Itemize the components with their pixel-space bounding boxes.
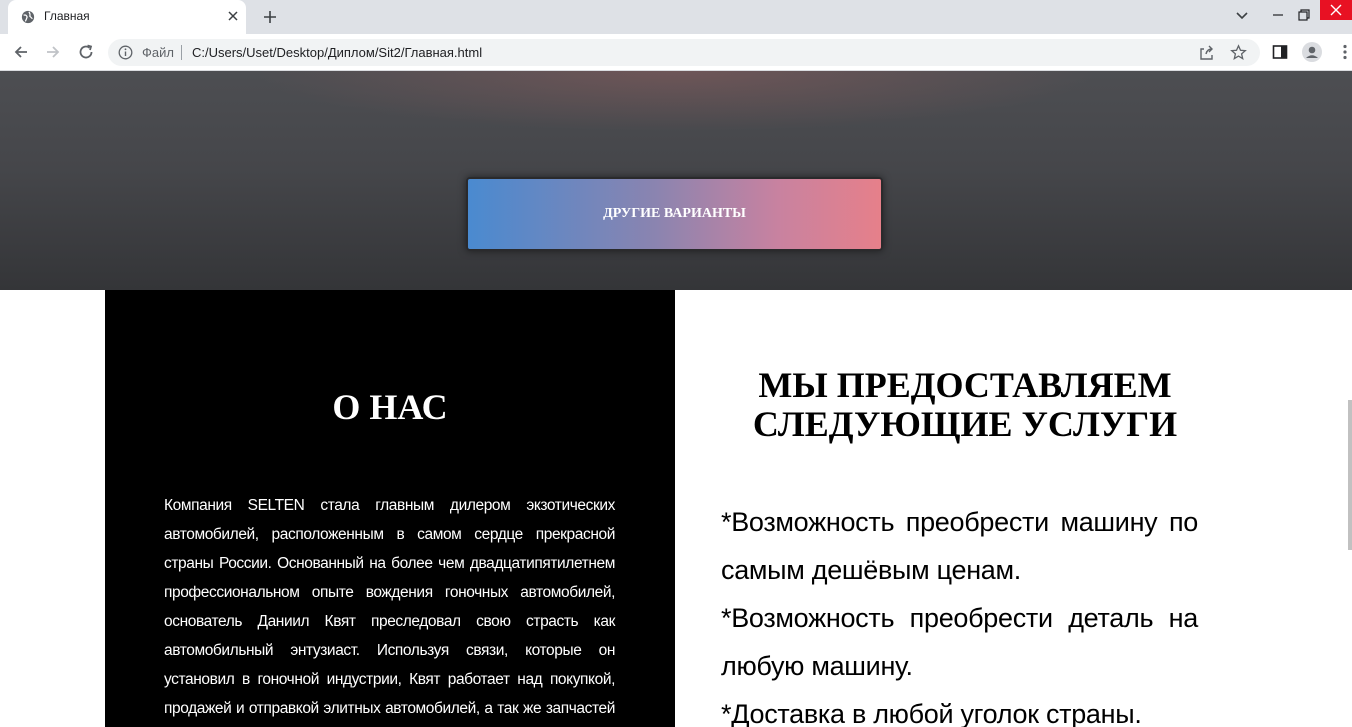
side-panel-icon[interactable]	[1271, 43, 1289, 61]
browser-tab-strip: Главная	[0, 0, 1352, 34]
forward-arrow-icon[interactable]	[44, 43, 62, 61]
omnibox-separator	[181, 45, 182, 60]
close-icon	[1330, 4, 1342, 16]
back-arrow-icon[interactable]	[12, 43, 30, 61]
file-scheme-label: Файл	[142, 45, 174, 60]
tab-title: Главная	[44, 9, 90, 23]
hero-banner: ДРУГИЕ ВАРИАНТЫ	[0, 71, 1352, 290]
restore-window-icon[interactable]	[1294, 5, 1314, 25]
minimize-icon[interactable]	[1268, 5, 1288, 25]
address-bar[interactable]: Файл C:/Users/Uset/Desktop/Диплом/Sit2/Г…	[108, 39, 1260, 66]
service-item: *Возможность преобрести машину по самым …	[721, 507, 1198, 585]
bookmark-star-icon[interactable]	[1230, 44, 1247, 61]
close-window-button[interactable]	[1320, 0, 1352, 20]
services-title: МЫ ПРЕДОСТАВЛЯЕМ СЛЕДУЮЩИЕ УСЛУГИ	[752, 365, 1178, 444]
services-list: *Возможность преобрести машину по самым …	[721, 498, 1198, 727]
page-scrollbar[interactable]	[1348, 400, 1352, 550]
service-item: *Доставка в любой уголок страны.	[721, 699, 1142, 727]
new-tab-plus-icon[interactable]	[262, 9, 278, 25]
more-menu-icon[interactable]	[1336, 43, 1352, 61]
reload-icon[interactable]	[77, 43, 95, 61]
about-text: Компания SELTEN стала главным дилером эк…	[164, 497, 615, 717]
tab-search-chevron-icon[interactable]	[1232, 5, 1252, 25]
about-section: О НАС Компания SELTEN стала главным диле…	[105, 290, 675, 727]
browser-tab[interactable]: Главная	[8, 0, 246, 34]
services-section: МЫ ПРЕДОСТАВЛЯЕМ СЛЕДУЮЩИЕ УСЛУГИ *Возмо…	[675, 290, 1352, 727]
profile-avatar-icon[interactable]	[1302, 42, 1322, 62]
globe-icon	[21, 10, 35, 24]
other-options-button[interactable]: ДРУГИЕ ВАРИАНТЫ	[466, 177, 883, 251]
service-item: *Возможность преобрести деталь на любую …	[721, 603, 1198, 681]
share-icon[interactable]	[1198, 44, 1215, 61]
close-tab-icon[interactable]	[226, 9, 240, 23]
browser-toolbar: Файл C:/Users/Uset/Desktop/Диплом/Sit2/Г…	[0, 34, 1352, 71]
info-icon[interactable]	[118, 45, 133, 60]
about-title: О НАС	[332, 387, 448, 427]
url-text[interactable]: C:/Users/Uset/Desktop/Диплом/Sit2/Главна…	[192, 45, 482, 60]
